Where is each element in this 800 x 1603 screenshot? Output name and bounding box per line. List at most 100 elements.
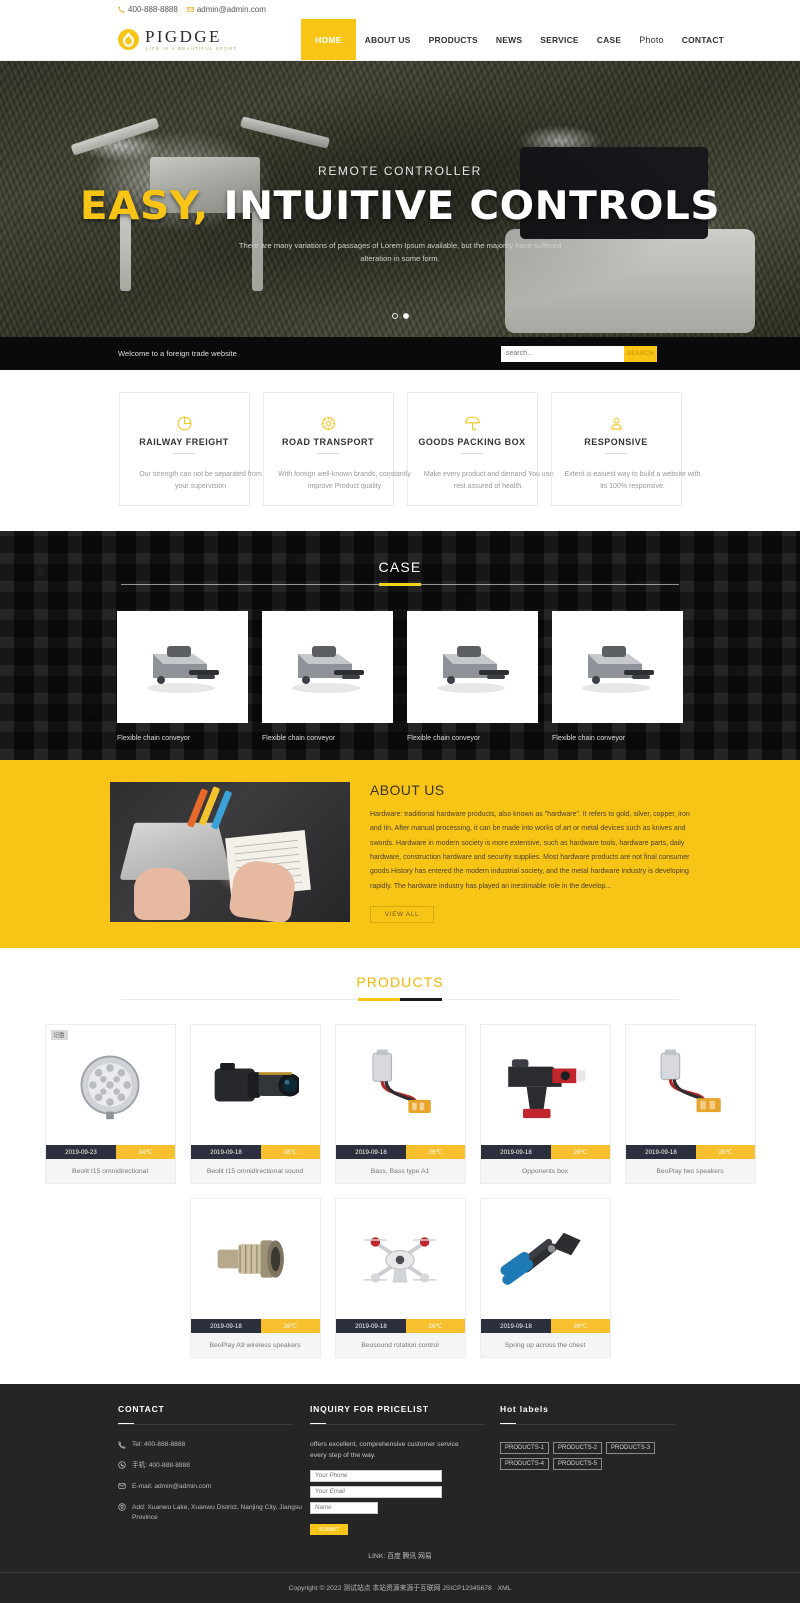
case-thumbnail — [262, 611, 393, 723]
feature-divider — [461, 453, 483, 454]
product-date: 2019-09-18 — [480, 1145, 552, 1160]
product-date: 2019-09-18 — [190, 1145, 262, 1160]
view-all-button[interactable]: VIEW ALL — [370, 906, 434, 924]
inquiry-name-input[interactable] — [310, 1501, 378, 1514]
conveyor-part-image — [291, 646, 364, 693]
product-card[interactable]: 2019-09-18 26℃ BeoPlay two speakers — [624, 1024, 756, 1185]
site-header: PIGDGE LIFE IS A BEAUTIFUL SPORT HOME AB… — [0, 19, 800, 61]
search-input[interactable] — [501, 345, 624, 362]
product-card[interactable]: 2019-09-18 28℃ Beolit I15 omnidirectiona… — [189, 1024, 321, 1185]
footer-copyright-row: Copyright © 2022 测试站点 本站资源来源于互联网 JSICP12… — [0, 1571, 800, 1603]
footer-contact-email: E-mail: admin@admin.com — [118, 1482, 310, 1492]
footer-link-baidu[interactable]: 百度 — [387, 1553, 401, 1560]
product-thumbnail — [190, 1025, 320, 1146]
case-item[interactable]: Flexible chain conveyor — [407, 611, 538, 742]
products-heading-rule — [121, 998, 679, 1002]
hero-subtitle: There are many variations of passages of… — [238, 241, 562, 263]
product-card[interactable]: 2019-09-18 26℃ Opponents box — [479, 1024, 611, 1185]
feature-title: RAILWAY FREIGHT — [139, 437, 229, 447]
case-item[interactable]: Flexible chain conveyor — [262, 611, 393, 742]
product-meta: 2019-09-23 34℃ — [45, 1145, 175, 1160]
nav-item-contact[interactable]: CONTACT — [673, 19, 733, 60]
footer-heading-rule — [500, 1424, 675, 1426]
feature-card-railway-freight[interactable]: RAILWAY FREIGHT Our strength can not be … — [118, 392, 262, 506]
hot-label-products-2[interactable]: PRODUCTS-2 — [553, 1442, 603, 1455]
case-caption: Flexible chain conveyor — [407, 735, 481, 742]
product-thumbnail: 记盘 — [45, 1025, 175, 1146]
hot-label-products-4[interactable]: PRODUCTS-4 — [500, 1458, 550, 1471]
product-temp: 26℃ — [696, 1145, 755, 1160]
feature-title: GOODS PACKING BOX — [418, 437, 526, 447]
case-caption: Flexible chain conveyor — [117, 735, 191, 742]
product-card[interactable]: 2019-09-18 26℃ Beosound rotation control — [334, 1198, 466, 1359]
inquiry-submit-button[interactable]: SUBMIT — [310, 1524, 348, 1536]
feature-card-road-transport[interactable]: ROAD TRANSPORT With foreign well-known b… — [262, 392, 411, 506]
products-heading-block: PRODUCTS — [0, 974, 800, 1002]
mail-icon — [186, 7, 194, 12]
footer-link-tencent[interactable]: 腾讯 — [403, 1553, 417, 1560]
product-name: Beolit I15 omnidirectional — [45, 1159, 175, 1184]
feature-title: ROAD TRANSPORT — [282, 437, 374, 447]
case-item[interactable]: Flexible chain conveyor — [117, 611, 248, 742]
copyright-text: Copyright © 2022 测试站点 本站资源来源于互联网 — [288, 1584, 441, 1592]
hero-slider-dot-1[interactable] — [391, 313, 398, 319]
product-name: BeoPlay two speakers — [625, 1159, 755, 1184]
feature-card-goods-packing-box[interactable]: GOODS PACKING BOX Make every product and… — [406, 392, 553, 506]
nav-item-home[interactable]: HOME — [301, 19, 356, 60]
topbar-phone[interactable]: 400-888-8888 — [118, 5, 178, 14]
logo-name: PIGDGE — [145, 26, 222, 46]
connector-image — [372, 1049, 431, 1114]
hot-label-products-3[interactable]: PRODUCTS-3 — [606, 1442, 656, 1455]
feature-card-responsive[interactable]: RESPONSIVE Extent is easiest way to buil… — [550, 392, 700, 506]
case-heading: CASE — [378, 559, 422, 575]
footer-contact-tel-text: Tel: 400-888-8888 — [132, 1441, 186, 1449]
case-section: CASE Flexible chain conveyor Flexible ch… — [0, 531, 800, 760]
topbar-email-text: admin@admin.com — [196, 5, 266, 14]
top-utility-bar: 400-888-8888 admin@admin.com — [0, 0, 800, 19]
footer-heading-rule — [118, 1424, 293, 1426]
hero-slider-dot-2[interactable] — [402, 313, 409, 319]
nav-item-photo[interactable]: Photo — [630, 19, 673, 60]
xml-sitemap-link[interactable]: XML — [498, 1585, 512, 1592]
nav-item-service[interactable]: SERVICE — [531, 19, 588, 60]
product-card[interactable]: 2019-09-18 26℃ BeoPlay A9 wireless speak… — [189, 1198, 321, 1359]
product-meta: 2019-09-18 26℃ — [335, 1145, 465, 1160]
welcome-search-strip: Welcome to a foreign trade website SEARC… — [0, 337, 800, 370]
inquiry-form: SUBMIT — [310, 1469, 500, 1536]
nav-item-news[interactable]: NEWS — [487, 19, 531, 60]
hot-labels-list: PRODUCTS-1 PRODUCTS-2 PRODUCTS-3 PRODUCT… — [500, 1442, 690, 1471]
footer-contact-heading: CONTACT — [118, 1404, 165, 1415]
case-thumbnail — [552, 611, 683, 723]
nav-item-case[interactable]: CASE — [588, 19, 630, 60]
case-item[interactable]: Flexible chain conveyor — [552, 611, 683, 742]
terminal-block-image — [660, 1049, 721, 1113]
product-date: 2019-09-18 — [335, 1145, 407, 1160]
icp-license-link[interactable]: JSICP12345678 — [442, 1585, 492, 1592]
case-heading-rule — [121, 583, 679, 586]
topbar-email[interactable]: admin@admin.com — [186, 5, 266, 14]
footer-link-netease[interactable]: 网易 — [418, 1553, 432, 1560]
footer-contact-address: Add: Xuanwu Lake, Xuanwu District, Nanji… — [118, 1503, 310, 1523]
product-card[interactable]: 2019-09-18 26℃ Bass, Bass type A1 — [334, 1024, 466, 1185]
hot-label-products-5[interactable]: PRODUCTS-5 — [553, 1458, 603, 1471]
product-temp: 28℃ — [261, 1145, 320, 1160]
nav-item-products[interactable]: PRODUCTS — [420, 19, 487, 60]
inquiry-phone-input[interactable] — [310, 1469, 442, 1482]
product-card[interactable]: 2019-09-18 26℃ Spring up across the ches… — [479, 1198, 611, 1359]
hero-title-rest: INTUITIVE CONTROLS — [223, 184, 721, 229]
feature-divider — [317, 453, 339, 454]
footer-contact-mobile: 手机: 400-888-8888 — [118, 1461, 310, 1471]
case-caption: Flexible chain conveyor — [262, 735, 336, 742]
product-card[interactable]: 记盘 2019-09-23 34℃ Beolit I15 omnidirecti… — [44, 1024, 176, 1185]
product-meta: 2019-09-18 26℃ — [625, 1145, 755, 1160]
product-temp: 26℃ — [551, 1145, 610, 1160]
nav-item-about-us[interactable]: ABOUT US — [356, 19, 420, 60]
logo[interactable]: PIGDGE LIFE IS A BEAUTIFUL SPORT — [118, 19, 237, 60]
hero-title: EASY, INTUITIVE CONTROLS — [0, 187, 800, 226]
hot-label-products-1[interactable]: PRODUCTS-1 — [500, 1442, 550, 1455]
inquiry-email-input[interactable] — [310, 1485, 442, 1498]
search-button[interactable]: SEARCH — [624, 345, 657, 362]
product-temp: 26℃ — [406, 1319, 465, 1334]
responsive-icon — [552, 415, 681, 437]
hero-title-accent: EASY, — [79, 184, 209, 229]
